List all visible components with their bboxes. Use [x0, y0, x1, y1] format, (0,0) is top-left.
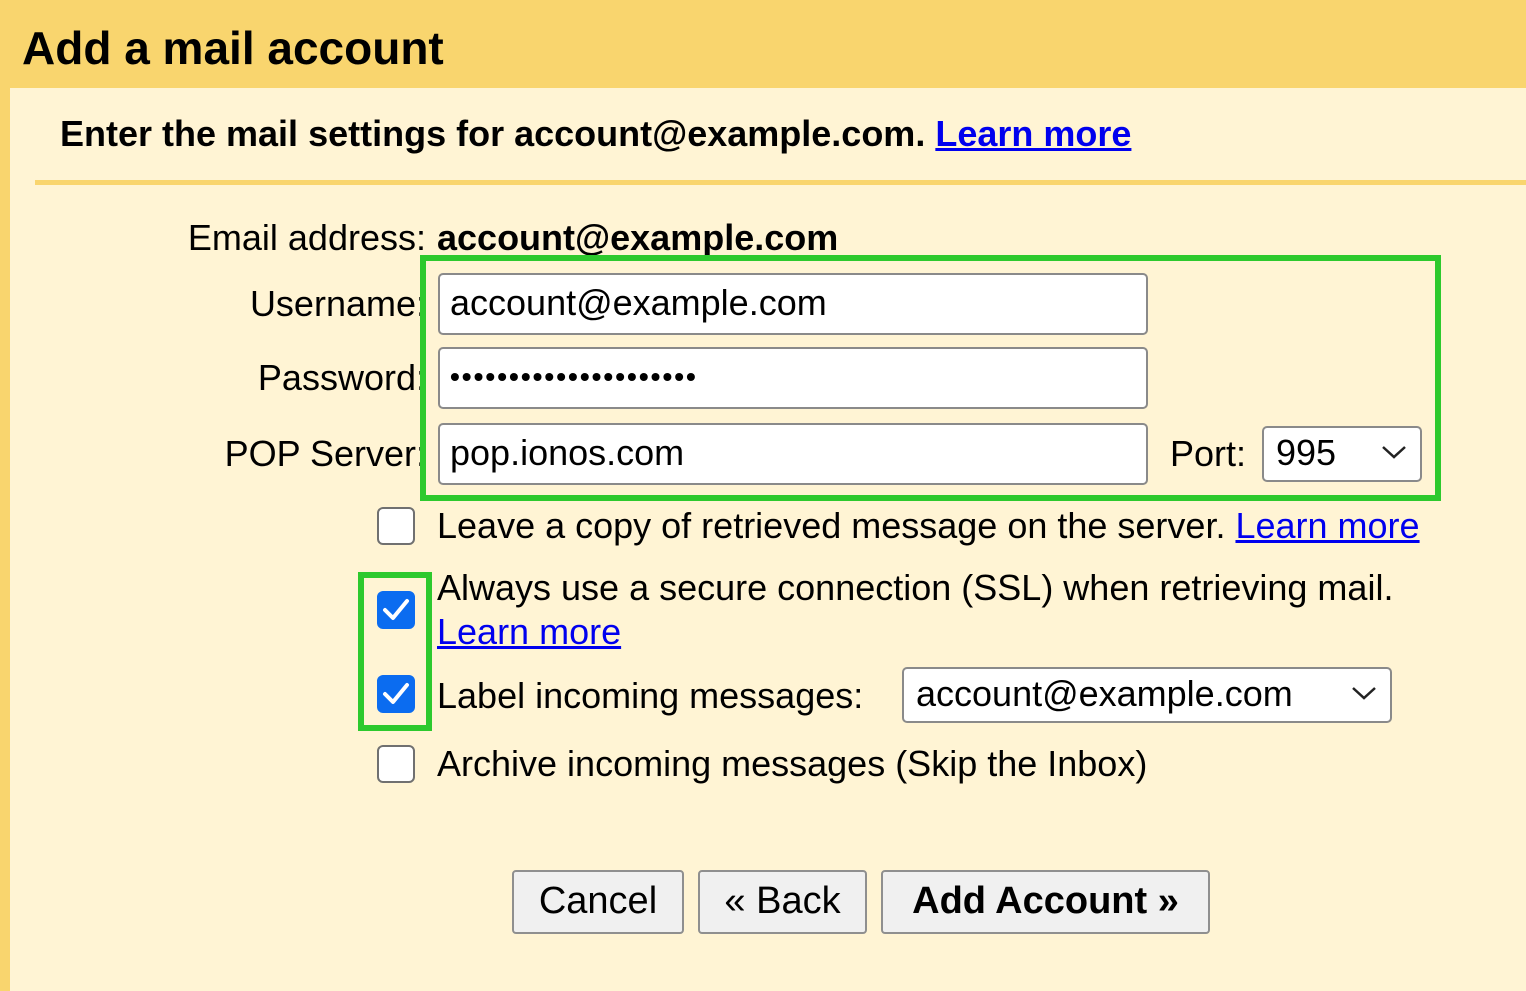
leave-copy-checkbox[interactable] — [377, 507, 415, 545]
back-button[interactable]: « Back — [698, 870, 867, 934]
header-instructions: Enter the mail settings for account@exam… — [60, 112, 1131, 156]
add-account-button[interactable]: Add Account » — [881, 870, 1210, 934]
leave-copy-label: Leave a copy of retrieved message on the… — [437, 505, 1226, 546]
label-incoming-value: account@example.com — [916, 673, 1293, 714]
chevron-down-icon — [1352, 687, 1376, 700]
username-label: Username: — [249, 283, 426, 324]
settings-panel: Enter the mail settings for account@exam… — [10, 88, 1526, 991]
leave-copy-learn-more-link[interactable]: Learn more — [1235, 505, 1419, 546]
dialog-title: Add a mail account — [22, 22, 444, 74]
label-incoming-label: Label incoming messages: — [437, 675, 864, 716]
left-border — [0, 88, 10, 991]
password-label: Password: — [257, 357, 426, 398]
header-text: Enter the mail settings for account@exam… — [60, 113, 926, 154]
divider — [35, 180, 1526, 185]
header-learn-more-link[interactable]: Learn more — [935, 113, 1131, 154]
pop-server-label: POP Server: — [224, 433, 426, 474]
archive-checkbox[interactable] — [377, 745, 415, 783]
ssl-label: Always use a secure connection (SSL) whe… — [437, 567, 1394, 608]
cancel-button[interactable]: Cancel — [512, 870, 684, 934]
archive-label: Archive incoming messages (Skip the Inbo… — [437, 743, 1148, 784]
checkbox-highlight — [358, 572, 432, 731]
leave-copy-option: Leave a copy of retrieved message on the… — [437, 504, 1420, 548]
fields-highlight — [420, 255, 1441, 501]
email-label: Email address: — [187, 217, 426, 258]
ssl-learn-more-link[interactable]: Learn more — [437, 610, 621, 654]
email-value: account@example.com — [437, 217, 839, 258]
label-incoming-select[interactable]: account@example.com — [902, 667, 1392, 723]
